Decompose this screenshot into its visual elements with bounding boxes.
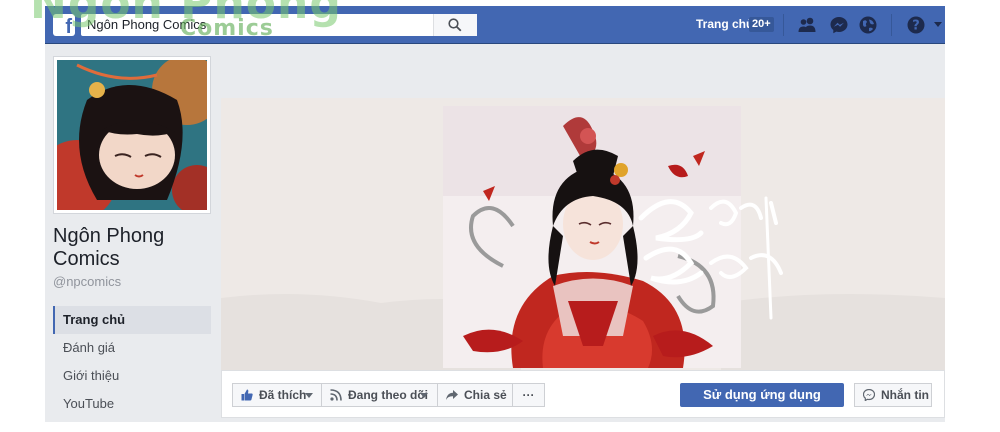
chevron-down-icon[interactable] [933, 21, 943, 29]
page-sidebar-nav: Trang chủ Đánh giá Giới thiệu YouTube [53, 306, 211, 418]
share-label: Chia sẻ [464, 388, 507, 402]
profile-illustration [57, 60, 207, 210]
page-username[interactable]: @npcomics [53, 274, 121, 289]
messenger-icon [863, 389, 875, 401]
notification-count-badge: 20+ [749, 17, 774, 32]
page-title[interactable]: Ngôn Phong Comics [53, 225, 213, 271]
message-label: Nhắn tin [881, 388, 929, 402]
cover-photo[interactable] [221, 98, 945, 370]
send-message-button[interactable]: Nhắn tin [854, 383, 932, 407]
page-action-bar: Đã thích Đang theo dõi Chia sẻ ··· Sử dụ… [221, 370, 945, 418]
liked-button[interactable]: Đã thích [232, 383, 322, 407]
help-icon[interactable]: ? [906, 15, 926, 35]
globe-icon[interactable] [858, 15, 878, 35]
use-app-button[interactable]: Sử dụng ứng dụng [680, 383, 844, 407]
cover-calligraphy [638, 196, 783, 320]
svg-text:?: ? [912, 19, 920, 34]
sidebar-item-reviews[interactable]: Đánh giá [53, 334, 211, 362]
following-button[interactable]: Đang theo dõi [321, 383, 438, 407]
liked-label: Đã thích [259, 388, 307, 402]
share-button[interactable]: Chia sẻ [437, 383, 513, 407]
share-arrow-icon [446, 390, 458, 400]
following-label: Đang theo dõi [348, 388, 428, 402]
nav-divider [891, 14, 892, 36]
rss-feed-icon [330, 389, 342, 401]
thumbs-up-icon [241, 389, 253, 401]
more-options-button[interactable]: ··· [512, 383, 545, 407]
top-navigation-bar: f Ngôn Phong Comics Trang chủ 20+ ? [45, 6, 945, 44]
sidebar-item-home[interactable]: Trang chủ [53, 306, 211, 334]
chevron-down-icon [305, 393, 313, 398]
page-content: Ngôn Phong Comics @npcomics Trang chủ Đá… [45, 44, 945, 422]
facebook-logo-icon[interactable]: f [53, 14, 75, 36]
chevron-down-icon [420, 393, 428, 398]
home-link[interactable]: Trang chủ [696, 17, 753, 31]
more-icon: ··· [522, 388, 535, 402]
profile-picture-frame[interactable] [53, 56, 211, 214]
search-icon [448, 18, 462, 32]
nav-divider [783, 14, 784, 36]
messenger-icon[interactable] [829, 15, 849, 35]
sidebar-item-about[interactable]: Giới thiệu [53, 362, 211, 390]
friends-icon[interactable] [797, 15, 817, 35]
search-button[interactable] [433, 14, 477, 36]
profile-picture [57, 60, 207, 210]
search-input[interactable]: Ngôn Phong Comics [81, 14, 477, 36]
sidebar-item-youtube[interactable]: YouTube [53, 390, 211, 418]
